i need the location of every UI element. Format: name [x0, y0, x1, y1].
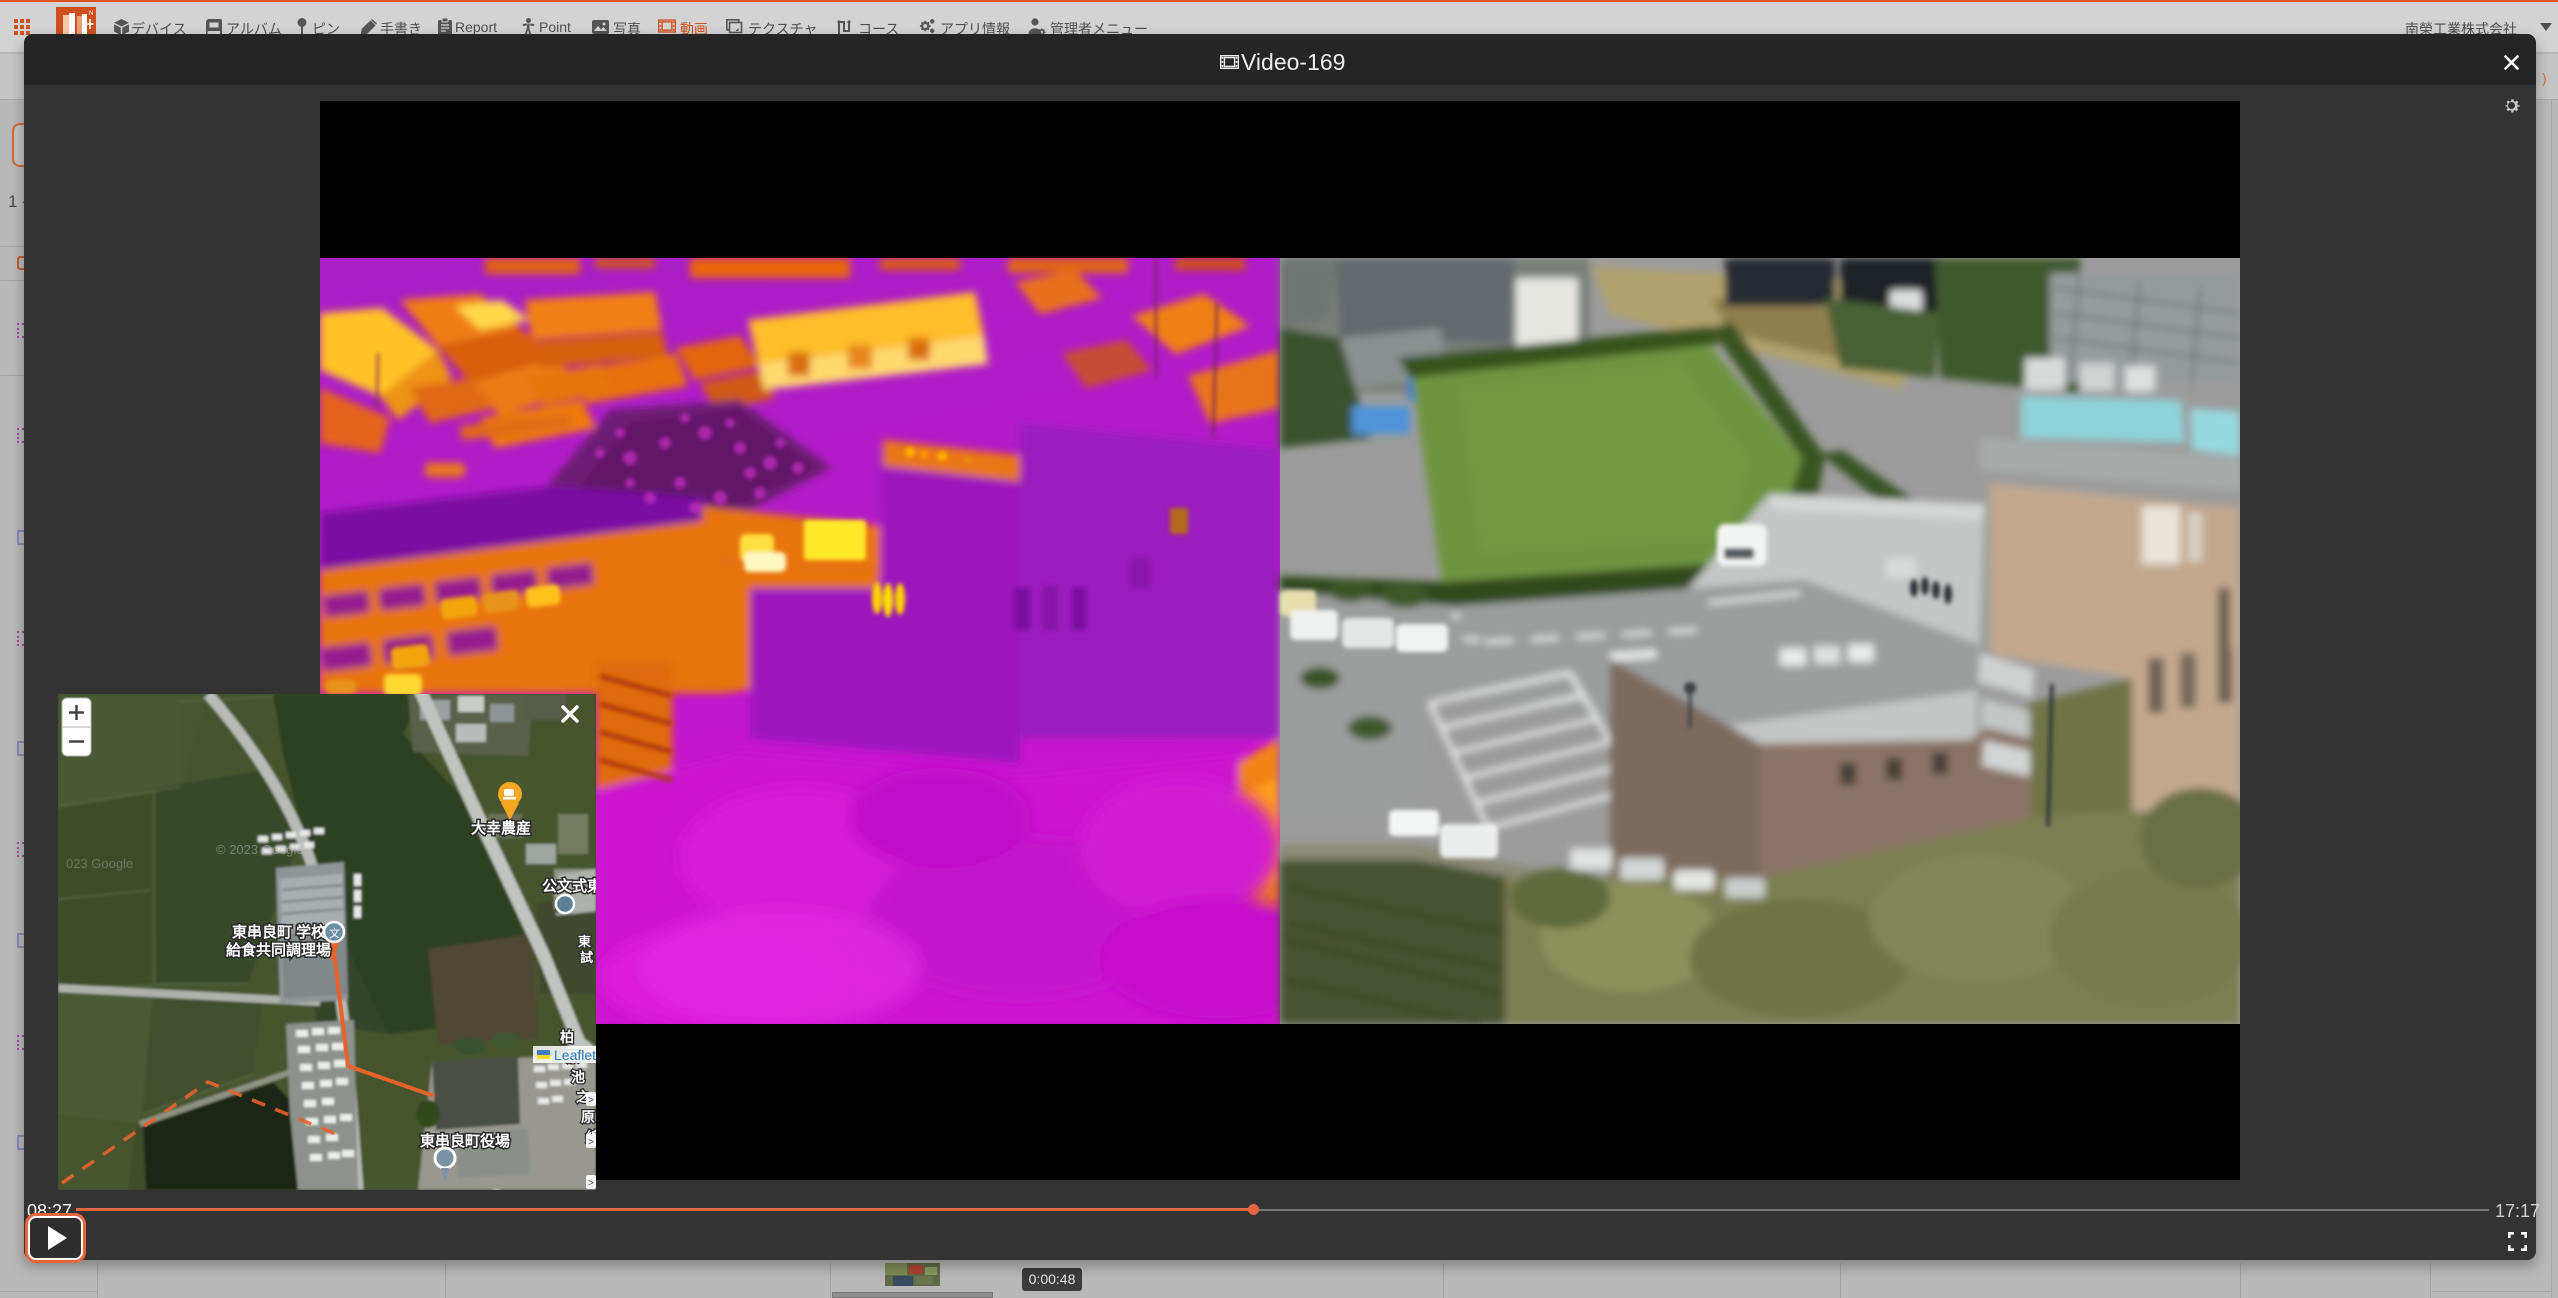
svg-text:原: 原 [581, 1109, 595, 1125]
svg-text:給食共同調理場: 給食共同調理場 [226, 941, 331, 959]
svg-text:>: > [588, 1178, 594, 1189]
svg-text:公文式東: 公文式東 [542, 877, 596, 895]
svg-text:東串良町役場: 東串良町役場 [420, 1132, 510, 1150]
svg-text:試: 試 [580, 950, 593, 965]
svg-text:>: > [588, 1137, 594, 1148]
svg-text:大幸農産: 大幸農産 [471, 819, 531, 837]
svg-text:文: 文 [329, 926, 340, 940]
svg-text:>: > [588, 1095, 594, 1106]
svg-text:023 Google: 023 Google [66, 856, 133, 871]
svg-text:東串良町 学校: 東串良町 学校 [232, 923, 327, 941]
svg-text:Leaflet: Leaflet [554, 1047, 596, 1063]
svg-text:池: 池 [571, 1069, 585, 1085]
svg-text:柏: 柏 [560, 1029, 574, 1045]
svg-text:東: 東 [578, 934, 591, 949]
svg-text:© 2023 Google: © 2023 Google [216, 842, 304, 857]
